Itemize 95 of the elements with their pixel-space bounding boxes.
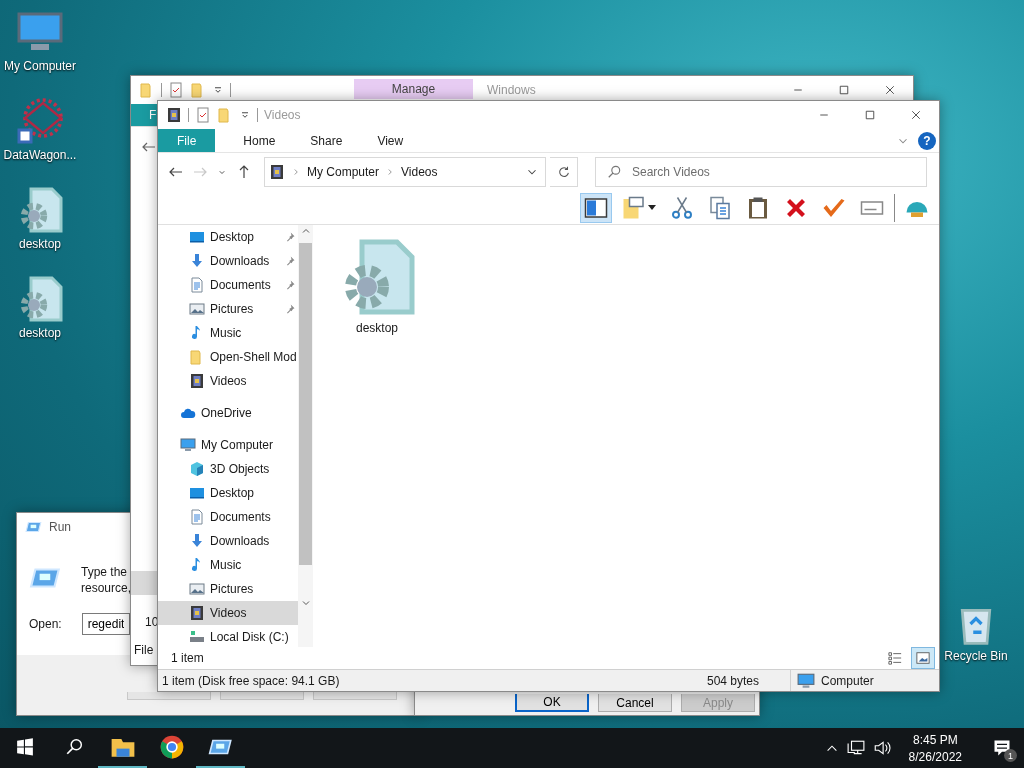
desktop-icon-label[interactable]: desktop <box>19 237 61 251</box>
caret-icon <box>648 204 656 211</box>
properties-icon <box>168 82 184 98</box>
nav-item[interactable]: Pictures <box>158 297 298 321</box>
nav-item[interactable]: Desktop <box>158 481 298 505</box>
document-icon <box>189 277 205 293</box>
nav-icon <box>189 461 205 477</box>
ribbon-tab[interactable]: Share <box>297 129 356 152</box>
copy-icon <box>708 195 732 220</box>
status-text: Computer <box>821 673 874 688</box>
caret-icon <box>212 84 224 96</box>
notifications-button[interactable]: 1 <box>980 728 1024 768</box>
maximize-icon <box>864 109 876 121</box>
window-title: Run <box>49 520 71 534</box>
open-label: Open: <box>29 617 62 631</box>
details-view-icon <box>888 651 902 665</box>
nav-item[interactable]: Videos <box>158 369 298 393</box>
nav-item[interactable]: My Computer <box>158 433 298 457</box>
desktop-icon <box>189 229 205 245</box>
maximize-icon <box>838 84 850 96</box>
scrollbar[interactable] <box>298 225 313 647</box>
windows-logo-icon <box>15 738 34 756</box>
film-icon <box>166 107 182 123</box>
search-icon <box>64 738 83 756</box>
toolbar-button[interactable] <box>580 192 612 223</box>
download-arrow-icon <box>189 533 205 549</box>
caret-icon <box>239 109 251 121</box>
nav-item[interactable]: Downloads <box>158 249 298 273</box>
open-input[interactable]: regedit <box>81 613 130 635</box>
nav-item[interactable]: Local Disk (C:) <box>158 625 298 647</box>
film-icon <box>189 605 205 621</box>
picture-icon <box>189 581 205 597</box>
nav-item[interactable]: Documents <box>158 273 298 297</box>
nav-item[interactable]: Downloads <box>158 529 298 553</box>
status-text: File <box>133 643 154 659</box>
context-tab[interactable]: Manage <box>354 79 473 99</box>
download-arrow-icon <box>189 253 205 269</box>
computer-icon <box>797 671 815 690</box>
item-count: 1 item <box>171 651 204 665</box>
search-icon <box>607 165 621 179</box>
nav-item[interactable]: 3D Objects <box>158 457 298 481</box>
notification-icon <box>992 738 1012 758</box>
film-icon <box>189 373 205 389</box>
shortcut-icon <box>16 97 64 145</box>
new-folder-icon <box>622 195 646 220</box>
desktop-icon-label[interactable]: DataWagon... <box>3 148 77 162</box>
clipboard-icon <box>746 195 770 220</box>
notification-count: 1 <box>1004 749 1017 762</box>
large-icons-view-icon <box>916 651 930 665</box>
prompt-text: Type the <box>81 565 129 579</box>
breadcrumb[interactable]: Videos <box>401 165 438 179</box>
refresh-button[interactable] <box>550 157 578 187</box>
status-text: 504 bytes <box>706 673 761 688</box>
ribbon-tab[interactable]: Home <box>230 129 289 152</box>
window-title: Windows <box>487 83 536 97</box>
nav-item[interactable]: Documents <box>158 505 298 529</box>
dialog-button[interactable]: Cancel <box>598 694 672 712</box>
browser-icon <box>158 734 185 760</box>
nav-item[interactable]: Open-Shell Mod <box>158 345 298 369</box>
volume-icon[interactable] <box>872 739 891 757</box>
document-icon <box>189 509 205 525</box>
status-text: 1 item (Disk free space: 94.1 GB) <box>161 673 341 688</box>
scissors-icon <box>670 195 694 220</box>
breadcrumb[interactable]: My Computer <box>307 165 380 179</box>
pane-strip <box>131 571 158 595</box>
view-button[interactable] <box>911 647 935 669</box>
search-field[interactable]: Search Videos <box>595 157 927 187</box>
nav-item[interactable]: Videos <box>158 601 298 625</box>
window-title: Videos <box>264 108 301 122</box>
picture-icon <box>189 301 205 317</box>
refresh-icon <box>556 165 571 179</box>
nav-item[interactable]: Music <box>158 553 298 577</box>
desktop-icon <box>189 485 205 501</box>
desktop-icon-label[interactable]: desktop <box>19 326 61 340</box>
nav-item[interactable]: Pictures <box>158 577 298 601</box>
desktop-icon-label[interactable]: Recycle Bin <box>944 649 1008 663</box>
properties-icon <box>195 107 211 123</box>
close-icon <box>884 84 896 96</box>
network-icon[interactable] <box>846 739 865 757</box>
nav-item[interactable]: Desktop <box>158 225 298 249</box>
nav-item[interactable]: OneDrive <box>158 401 298 425</box>
dialog-button[interactable]: OK <box>515 694 589 712</box>
address-bar[interactable]: My Computer Videos <box>264 157 546 187</box>
clock[interactable]: 8:45 PM 8/26/2022 <box>898 732 972 764</box>
film-icon <box>269 164 285 180</box>
pane-icon <box>584 195 608 220</box>
computer-icon <box>180 437 196 453</box>
prompt-text: resource, <box>81 581 132 595</box>
desktop-icon-label[interactable]: My Computer <box>4 59 76 73</box>
drive-icon <box>189 629 205 645</box>
ribbon-tab[interactable]: View <box>364 129 417 152</box>
close-icon <box>910 109 922 121</box>
help-button[interactable]: ? <box>918 131 936 150</box>
nav-item[interactable]: Music <box>158 321 298 345</box>
file-name[interactable]: desktop <box>356 321 398 335</box>
